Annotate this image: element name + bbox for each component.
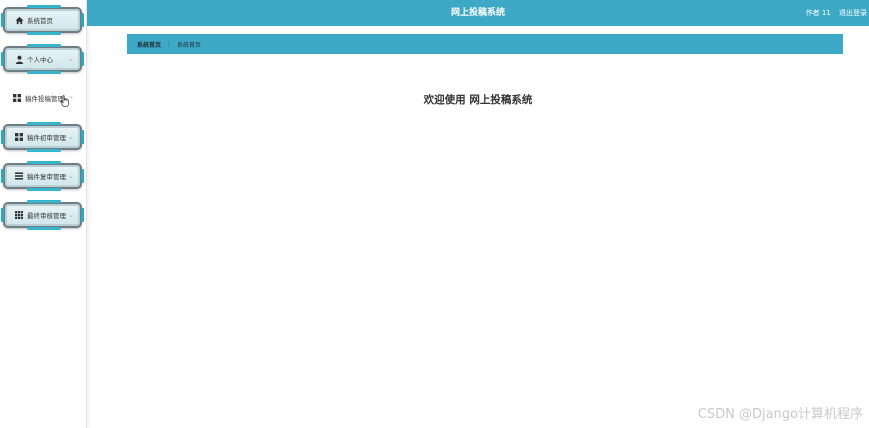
sidebar-item-home[interactable]: 系统首页 <box>1 5 84 35</box>
header-user-area: 作者 11 退出登录 <box>800 0 867 26</box>
chevron-down-icon: ⌄ <box>68 133 74 141</box>
sidebar: 系统首页 个人中心 ⌄ 稿件投稿管理 ⌄ 稿件初审管理 ⌄ 稿件复审管理 ⌄ 最… <box>0 0 87 428</box>
grid-icon <box>14 132 24 142</box>
breadcrumb: 系统首页 ⋮ 系统首页 <box>127 34 843 54</box>
watermark: CSDN @Django计算机程序 <box>697 407 863 422</box>
sidebar-item-label: 最终审核管理 <box>27 212 66 220</box>
top-header: 网上投稿系统 作者 11 退出登录 <box>87 0 869 26</box>
sidebar-item-label: 个人中心 <box>27 56 53 64</box>
apps-icon <box>14 210 24 220</box>
sidebar-item-final-review[interactable]: 最终审核管理 ⌄ <box>1 200 84 230</box>
user-name: 作者 11 <box>805 9 831 17</box>
sidebar-item-profile[interactable]: 个人中心 ⌄ <box>1 44 84 74</box>
breadcrumb-current: 系统首页 <box>177 41 202 49</box>
chevron-down-icon: ⌄ <box>68 172 74 180</box>
chevron-down-icon: ⌄ <box>68 211 74 219</box>
app-title: 网上投稿系统 <box>450 8 505 18</box>
list-icon <box>14 171 24 181</box>
sidebar-item-submission[interactable]: 稿件投稿管理 ⌄ <box>3 85 82 111</box>
user-icon <box>14 54 24 64</box>
home-icon <box>14 15 24 25</box>
welcome-title: 欢迎使用 网上投稿系统 <box>423 94 533 106</box>
logout-link[interactable]: 退出登录 <box>839 9 867 17</box>
breadcrumb-home-link[interactable]: 系统首页 <box>137 40 161 49</box>
sidebar-item-label: 系统首页 <box>27 17 53 25</box>
sidebar-item-first-review[interactable]: 稿件初审管理 ⌄ <box>1 122 84 152</box>
sidebar-item-label: 稿件初审管理 <box>27 134 66 142</box>
hand-cursor-icon <box>60 92 70 107</box>
breadcrumb-separator: ⋮ <box>166 40 173 48</box>
sidebar-item-second-review[interactable]: 稿件复审管理 ⌄ <box>1 161 84 191</box>
chevron-down-icon: ⌄ <box>68 55 74 63</box>
sidebar-item-label: 稿件投稿管理 <box>25 95 64 103</box>
sidebar-item-label: 稿件复审管理 <box>27 173 66 181</box>
grid-icon <box>12 93 22 103</box>
